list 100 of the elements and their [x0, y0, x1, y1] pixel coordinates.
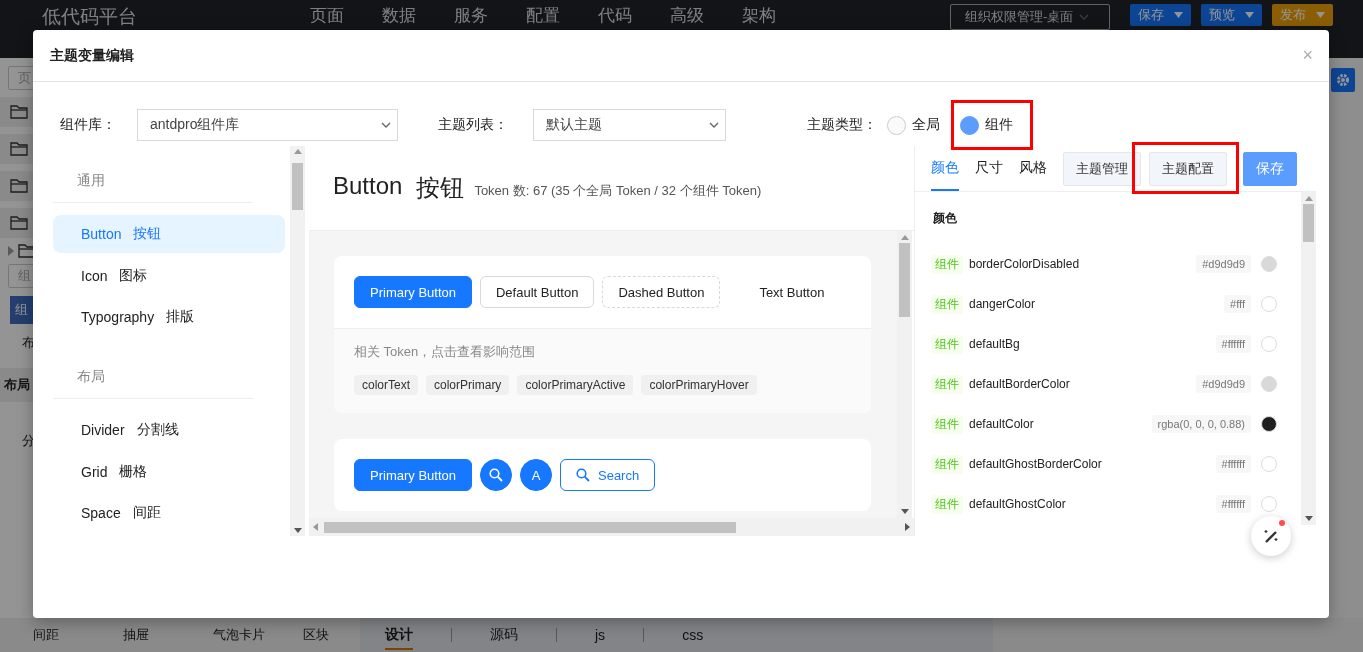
scroll-right-icon[interactable]: [905, 523, 910, 532]
nav-item[interactable]: 服务: [454, 4, 488, 27]
scrollbar[interactable]: [897, 231, 912, 519]
color-swatch[interactable]: [1261, 376, 1277, 392]
action-button[interactable]: 保存: [1130, 4, 1192, 26]
circle-button[interactable]: A: [520, 459, 552, 492]
filter-label: 组件库：: [60, 116, 117, 134]
theme-type-label: 主题类型：: [807, 116, 877, 134]
component-tag: 组件: [931, 494, 963, 514]
magic-wand-icon: [1262, 527, 1280, 545]
color-swatch[interactable]: [1261, 256, 1277, 272]
scroll-up-icon[interactable]: [1304, 196, 1313, 201]
component-nav-item[interactable]: Icon 图标: [53, 256, 285, 295]
tab[interactable]: 颜色: [931, 146, 959, 191]
component-nav-item[interactable]: Space 间距: [53, 494, 285, 533]
color-swatch[interactable]: [1261, 496, 1277, 512]
editor-tab[interactable]: 源码: [490, 620, 518, 650]
component-item[interactable]: 间距: [0, 626, 90, 644]
component-tag: 组件: [931, 374, 963, 394]
editor-tab[interactable]: 设计: [385, 620, 413, 650]
component-nav-item[interactable]: Button 按钮: [53, 215, 285, 253]
radio-icon[interactable]: [887, 115, 906, 135]
nav-item[interactable]: 页面: [310, 4, 344, 27]
scroll-down-icon[interactable]: [1304, 516, 1313, 521]
select-field[interactable]: antdpro组件库: [137, 109, 398, 141]
scroll-up-icon[interactable]: [900, 235, 909, 241]
caret-icon: [1245, 12, 1255, 18]
dashed-button[interactable]: Dashed Button: [602, 276, 721, 309]
folder-icon: [10, 105, 28, 119]
token-value: #fff: [1224, 295, 1251, 313]
primary-button[interactable]: Primary Button: [354, 459, 472, 492]
color-swatch[interactable]: [1261, 296, 1277, 312]
editor-tab[interactable]: css: [682, 621, 704, 649]
scrollbar-thumb[interactable]: [292, 163, 303, 210]
select-field[interactable]: 默认主题: [533, 109, 726, 141]
token-value: #ffffff: [1215, 495, 1251, 513]
horizontal-scrollbar[interactable]: [309, 518, 914, 536]
caret-icon: [1316, 12, 1326, 18]
magic-wand-button[interactable]: [1251, 516, 1291, 556]
scrollbar-thumb[interactable]: [324, 521, 736, 533]
radio-icon[interactable]: [960, 115, 979, 135]
scroll-down-icon[interactable]: [900, 509, 909, 515]
nav-item[interactable]: 架构: [742, 4, 776, 27]
nav-item[interactable]: 数据: [382, 4, 416, 27]
section-title: 颜色: [932, 210, 958, 227]
component-item[interactable]: 抽屉: [90, 626, 180, 644]
expand-icon[interactable]: [8, 246, 14, 256]
scrollbar[interactable]: [1301, 192, 1316, 525]
nav-item[interactable]: 代码: [598, 4, 632, 27]
token-tag[interactable]: colorPrimaryHover: [641, 375, 757, 396]
scroll-up-icon[interactable]: [293, 149, 302, 154]
token-name: defaultBorderColor: [969, 377, 1071, 391]
chevron-down-icon: [1079, 14, 1090, 20]
tab[interactable]: 风格: [1019, 146, 1047, 191]
folder-icon: [10, 179, 28, 193]
tab[interactable]: 尺寸: [975, 146, 1003, 191]
group-title: 布局: [53, 362, 253, 399]
scrollbar-thumb[interactable]: [899, 243, 910, 318]
primary-button[interactable]: Primary Button: [354, 276, 472, 309]
search-button[interactable]: Search: [560, 459, 656, 492]
action-button[interactable]: 主题管理: [1063, 151, 1141, 186]
color-swatch[interactable]: [1261, 336, 1277, 352]
component-nav-item[interactable]: Grid 栅格: [53, 452, 285, 491]
default-button[interactable]: Default Button: [480, 276, 595, 309]
component-item[interactable]: 气泡卡片: [180, 626, 270, 644]
nav-item[interactable]: 配置: [526, 4, 560, 27]
radio-label: 组件: [985, 116, 1013, 134]
token-value: #d9d9d9: [1196, 255, 1251, 273]
color-swatch[interactable]: [1261, 416, 1277, 432]
search-icon: [576, 468, 590, 483]
scroll-down-icon[interactable]: [293, 528, 302, 533]
search-button[interactable]: [480, 459, 512, 492]
page-select[interactable]: 组织权限管理-桌面: [950, 4, 1111, 30]
token-tag[interactable]: colorText: [354, 375, 419, 396]
token-value: #ffffff: [1215, 335, 1251, 353]
group-title: 通用: [53, 166, 253, 203]
component-item[interactable]: 区块: [270, 626, 360, 644]
token-tag[interactable]: colorPrimaryActive: [517, 375, 634, 396]
save-button[interactable]: 保存: [1243, 151, 1297, 186]
scrollbar[interactable]: [290, 146, 305, 536]
component-nav-item[interactable]: Divider 分割线: [53, 411, 285, 449]
token-hint: 相关 Token，点击查看影响范围: [354, 343, 537, 362]
token-name: defaultGhostColor: [969, 497, 1067, 511]
component-nav-item[interactable]: Typography 排版: [53, 298, 285, 336]
scrollbar-thumb[interactable]: [1303, 204, 1314, 242]
color-swatch[interactable]: [1261, 456, 1277, 472]
action-button[interactable]: 主题配置: [1149, 151, 1227, 186]
radio-option[interactable]: 全局: [887, 111, 940, 139]
folder-icon: [10, 216, 28, 230]
chevron-down-icon: [381, 122, 391, 128]
radio-label: 全局: [912, 116, 940, 134]
editor-tab[interactable]: js: [595, 621, 606, 649]
component-tag: 组件: [931, 454, 963, 474]
token-tag[interactable]: colorPrimary: [426, 375, 510, 396]
chevron-down-icon: [709, 122, 719, 128]
action-button[interactable]: 预览: [1201, 4, 1263, 26]
scroll-left-icon[interactable]: [313, 523, 318, 532]
radio-option[interactable]: 组件: [960, 111, 1013, 139]
nav-item[interactable]: 高级: [670, 4, 704, 27]
settings-button[interactable]: [1331, 68, 1355, 92]
